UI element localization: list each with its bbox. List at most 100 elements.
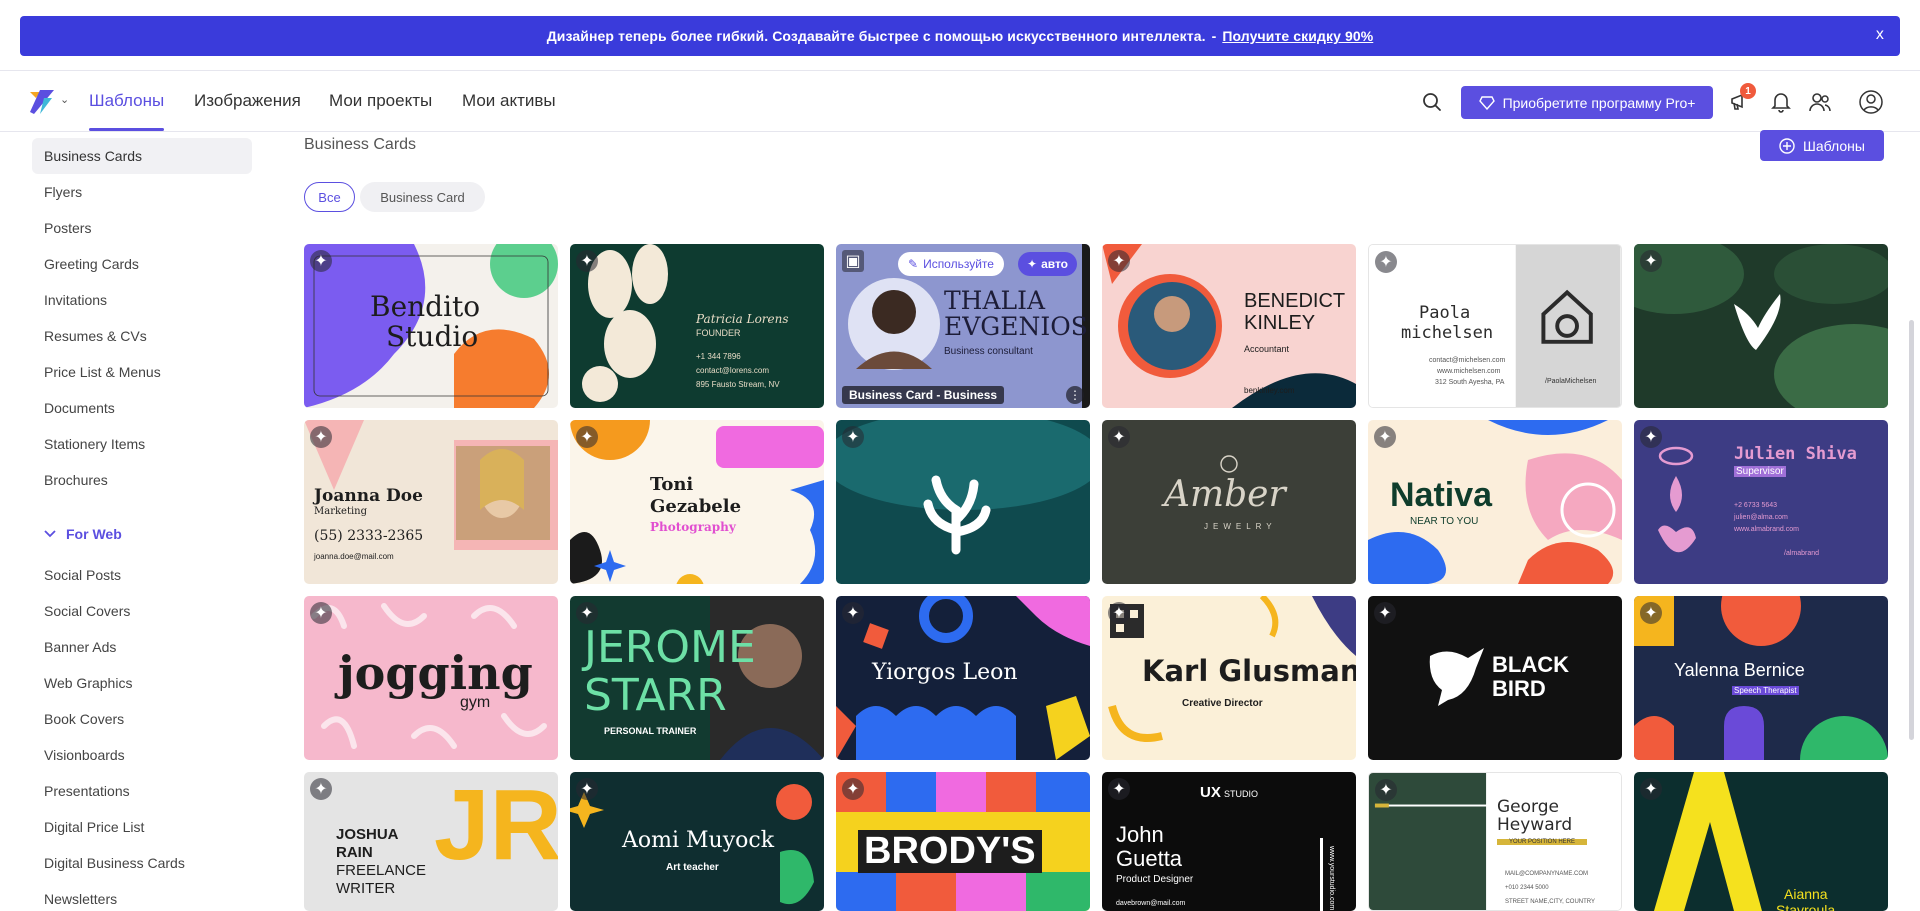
card-title-line2: Heyward <box>1497 815 1573 835</box>
whats-new-icon[interactable]: 1 <box>1726 83 1756 115</box>
templates-button[interactable]: Шаблоны <box>1760 130 1884 161</box>
filter-chip-all[interactable]: Все <box>304 182 355 212</box>
magic-wand-icon: ✦ <box>1108 602 1130 624</box>
auto-design-button[interactable]: ✦ авто <box>1018 252 1078 276</box>
template-card-amber-jewelry[interactable]: Amber JEWELRY ✦ <box>1102 420 1356 584</box>
sidebar-item-resumes[interactable]: Resumes & CVs <box>32 318 252 354</box>
template-card-julien-shiva[interactable]: Julien Shiva Supervisor +2 6733 5643 jul… <box>1634 420 1888 584</box>
template-card-bendito-studio[interactable]: Bendito Studio ✦ <box>304 244 558 408</box>
promo-discount-link[interactable]: Получите скидку 90% <box>1222 28 1373 44</box>
filter-chip-business-card[interactable]: Business Card <box>360 182 485 212</box>
sidebar-item-posters[interactable]: Posters <box>32 210 252 246</box>
card-title-line1: JOSHUA <box>336 826 399 843</box>
card-title-line4: WRITER <box>336 880 396 897</box>
user-account-icon[interactable] <box>1858 89 1884 115</box>
sidebar-item-digital-price-list[interactable]: Digital Price List <box>32 809 252 845</box>
card-subtitle: NEAR TO YOU <box>1410 516 1479 527</box>
magic-wand-icon: ✦ <box>842 426 864 448</box>
sidebar-item-price-list[interactable]: Price List & Menus <box>32 354 252 390</box>
card-handle: /PaolaMichelsen <box>1545 378 1597 385</box>
sidebar-item-social-posts[interactable]: Social Posts <box>32 557 252 593</box>
team-icon[interactable] <box>1807 89 1833 115</box>
chevron-down-icon <box>44 530 56 538</box>
template-card-jerome-starr[interactable]: JEROME STARR PERSONAL TRAINER ✦ <box>570 596 824 760</box>
template-card-yiorgos-leon[interactable]: Yiorgos Leon ✦ <box>836 596 1090 760</box>
sidebar-item-flyers[interactable]: Flyers <box>32 174 252 210</box>
card-handle: /almabrand <box>1784 550 1820 557</box>
card-phone: +1 344 7896 <box>696 352 741 361</box>
tab-my-projects[interactable]: Мои проекты <box>329 91 432 111</box>
template-card-joanna-doe[interactable]: Joanna Doe Marketing (55) 2333-2365 joan… <box>304 420 558 584</box>
template-card-nativa[interactable]: Nativa NEAR TO YOU ✦ <box>1368 420 1622 584</box>
magic-wand-icon: ✦ <box>1640 602 1662 624</box>
tab-templates[interactable]: Шаблоны <box>89 91 165 131</box>
magic-wand-icon: ✦ <box>1375 779 1397 801</box>
sidebar-item-book-covers[interactable]: Book Covers <box>32 701 252 737</box>
sidebar-item-brochures[interactable]: Brochures <box>32 462 252 498</box>
more-options-icon[interactable]: ⋮ <box>1066 386 1084 404</box>
template-card-karl-glusman[interactable]: Karl Glusman Creative Director ✦ <box>1102 596 1356 760</box>
card-address: 312 South Ayesha, PA <box>1435 379 1505 386</box>
template-card-thalia-evgenios[interactable]: THALIA EVGENIOS Business consultant ▣ ✎ … <box>836 244 1090 408</box>
template-card-toni-gezabele[interactable]: Toni Gezabele Photography ✦ <box>570 420 824 584</box>
chevron-down-icon[interactable]: ⌄ <box>60 93 69 106</box>
template-card-john-guetta[interactable]: UX STUDIO John Guetta Product Designer d… <box>1102 772 1356 911</box>
sidebar-item-stationery[interactable]: Stationery Items <box>32 426 252 462</box>
tab-images[interactable]: Изображения <box>194 91 301 111</box>
template-card-coral-logo[interactable]: ✦ <box>836 420 1090 584</box>
card-address: 895 Fausto Stream, NV <box>696 380 780 389</box>
card-artwork <box>836 420 1090 584</box>
card-title-line2: Gezabele <box>650 496 742 517</box>
template-card-black-bird[interactable]: BLACK BIRD ✦ <box>1368 596 1622 760</box>
template-card-brodys[interactable]: BRODY'S ✦ <box>836 772 1090 911</box>
get-pro-label: Приобретите программу Pro+ <box>1502 94 1696 111</box>
template-card-patricia-lorens[interactable]: Patricia Lorens FOUNDER +1 344 7896 cont… <box>570 244 824 408</box>
sidebar-item-newsletters[interactable]: Newsletters <box>32 881 252 911</box>
card-title-line2: Guetta <box>1116 846 1183 871</box>
card-email: contact@michelsen.com <box>1429 357 1506 364</box>
card-role: Marketing <box>314 506 368 517</box>
get-pro-button[interactable]: Приобретите программу Pro+ <box>1461 86 1713 119</box>
sidebar-item-web-graphics[interactable]: Web Graphics <box>32 665 252 701</box>
card-website: www.michelsen.com <box>1437 368 1501 375</box>
sidebar-item-social-covers[interactable]: Social Covers <box>32 593 252 629</box>
magic-wand-icon: ✦ <box>1108 426 1130 448</box>
app-logo-icon[interactable] <box>26 86 58 118</box>
sidebar-item-documents[interactable]: Documents <box>32 390 252 426</box>
template-card-jogging-gym[interactable]: jogging gym ✦ <box>304 596 558 760</box>
template-card-benedict-kinley[interactable]: BENEDICT KINLEY Accountant benkinley.com… <box>1102 244 1356 408</box>
template-card-leaf-logo[interactable]: ✦ <box>1634 244 1888 408</box>
card-name: Yiorgos Leon <box>872 660 1018 685</box>
search-icon[interactable] <box>1419 89 1445 115</box>
magic-wand-icon: ✦ <box>1374 602 1396 624</box>
page-scrollbar[interactable] <box>1909 320 1914 740</box>
template-card-aianna-stavroula[interactable]: Aianna Stavroula ✦ <box>1634 772 1888 911</box>
sidebar-item-business-cards[interactable]: Business Cards <box>32 138 252 174</box>
sidebar-item-greeting-cards[interactable]: Greeting Cards <box>32 246 252 282</box>
card-title-line2: RAIN <box>336 844 373 861</box>
card-website: benkinley.com <box>1244 386 1295 395</box>
tab-my-assets[interactable]: Мои активы <box>462 91 556 111</box>
template-card-yalenna-bernice[interactable]: Yalenna Bernice Speech Therapist ✦ <box>1634 596 1888 760</box>
template-card-george-heyward[interactable]: George Heyward YOUR POSITION HERE MAIL@C… <box>1368 772 1622 911</box>
sidebar-item-visionboards[interactable]: Visionboards <box>32 737 252 773</box>
sidebar-item-digital-business-cards[interactable]: Digital Business Cards <box>32 845 252 881</box>
use-template-button[interactable]: ✎ Используйте <box>898 252 1004 276</box>
card-role: Product Designer <box>1116 874 1194 885</box>
sidebar-item-presentations[interactable]: Presentations <box>32 773 252 809</box>
card-role: Speech Therapist <box>1732 686 1799 695</box>
card-title-line2: Stavroula <box>1776 902 1836 911</box>
card-title-line1: Paola <box>1419 303 1471 323</box>
template-card-paola-michelsen[interactable]: Paola michelsen contact@michelsen.com ww… <box>1368 244 1622 408</box>
card-title-line1: Bendito <box>370 290 481 323</box>
bell-icon[interactable] <box>1768 89 1794 115</box>
card-role: Supervisor <box>1734 466 1786 477</box>
sidebar-group-for-web[interactable]: For Web <box>44 526 122 542</box>
template-card-aomi-muyock[interactable]: Aomi Muyock Art teacher ✦ <box>570 772 824 911</box>
promo-close-button[interactable]: x <box>1876 26 1884 44</box>
sidebar-item-banner-ads[interactable]: Banner Ads <box>32 629 252 665</box>
auto-design-label: авто <box>1041 257 1069 271</box>
template-card-joshua-rain[interactable]: JR JOSHUA RAIN FREELANCE WRITER ✦ <box>304 772 558 911</box>
sidebar-item-invitations[interactable]: Invitations <box>32 282 252 318</box>
card-studio: UX <box>1200 784 1221 801</box>
